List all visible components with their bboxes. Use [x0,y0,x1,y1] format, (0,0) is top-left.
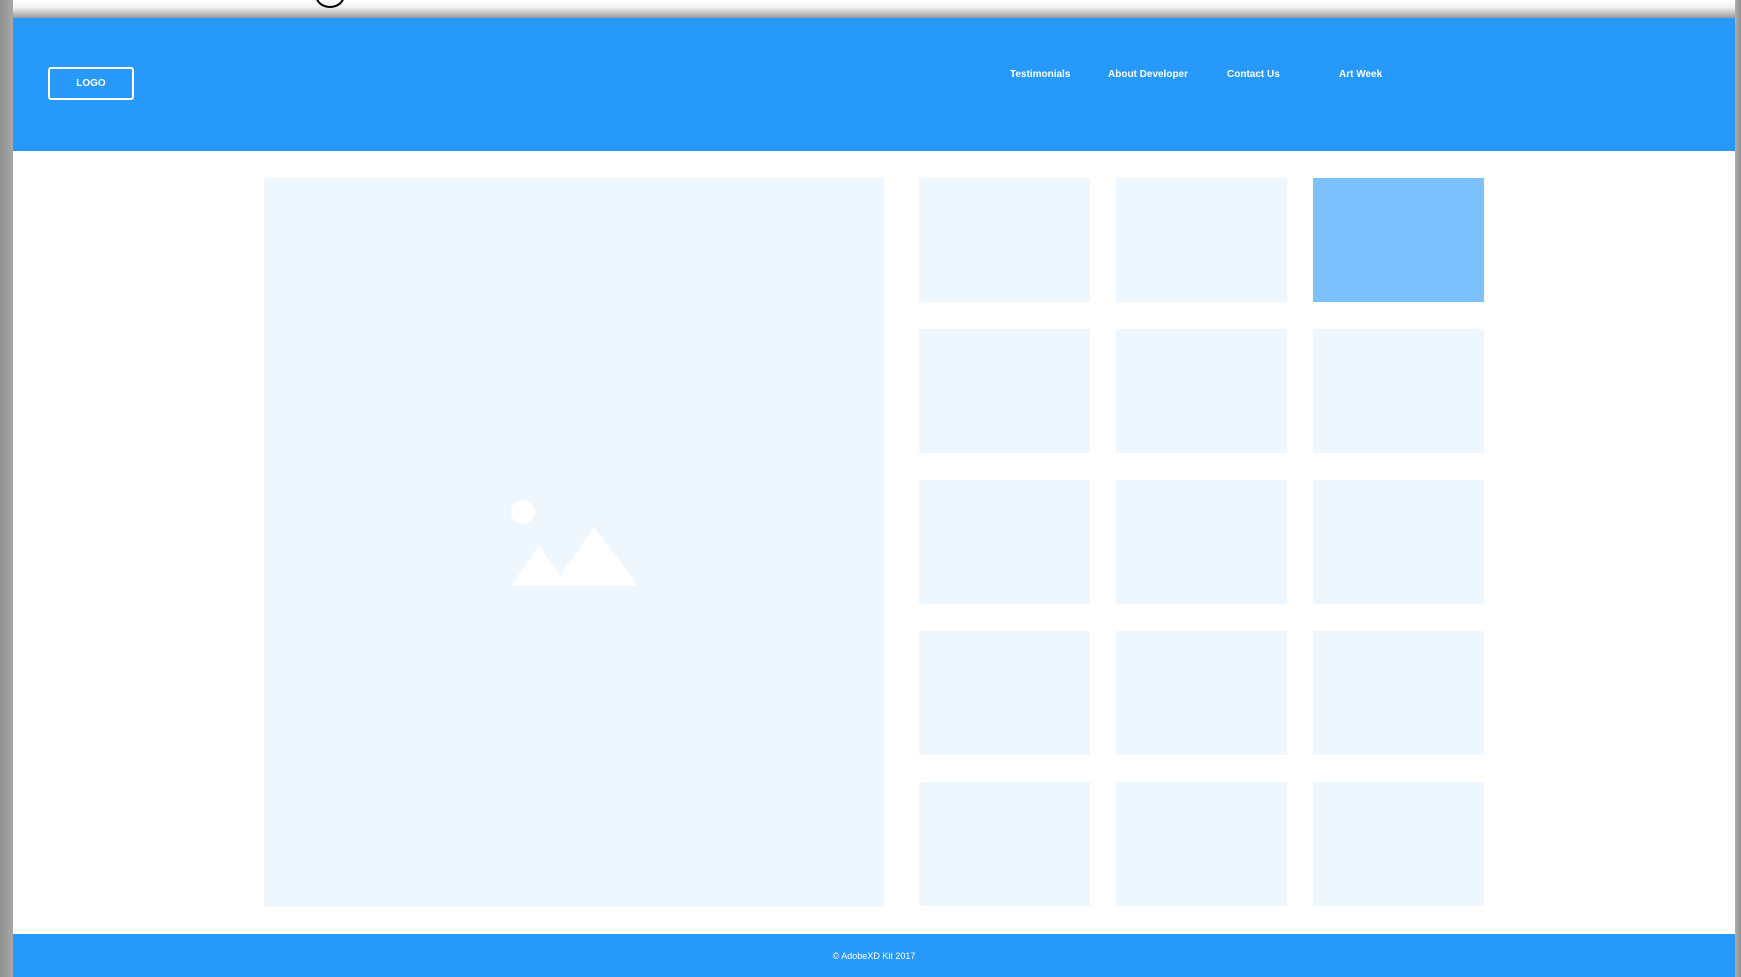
thumbnail-tile[interactable] [1116,480,1287,604]
nav-item-contact-us[interactable]: Contact Us [1227,69,1280,80]
thumbnail-tile[interactable] [919,480,1090,604]
window-top-edge [0,0,1741,18]
thumbnail-tile[interactable] [1313,480,1484,604]
thumbnail-tile[interactable] [1116,782,1287,906]
thumbnail-tile[interactable] [1313,782,1484,906]
window-left-edge [0,0,13,977]
thumbnail-tile[interactable] [919,782,1090,906]
site-footer: © AdobeXD Kit 2017 [13,934,1735,977]
image-placeholder-icon [511,500,638,586]
thumbnail-tile[interactable] [1313,178,1484,302]
nav-item-testimonials[interactable]: Testimonials [1010,69,1070,80]
thumbnail-tile[interactable] [1116,178,1287,302]
hero-image-placeholder [264,178,884,907]
window-right-edge [1735,0,1741,977]
thumbnail-tile[interactable] [919,178,1090,302]
thumbnail-tile[interactable] [1116,329,1287,453]
thumbnail-tile[interactable] [919,631,1090,755]
artboard: LOGO Testimonials About Developer Contac… [13,18,1735,977]
thumbnail-tile[interactable] [1313,329,1484,453]
logo-button[interactable]: LOGO [48,67,134,100]
nav-item-art-week[interactable]: Art Week [1339,69,1382,80]
thumbnail-tile[interactable] [1313,631,1484,755]
thumbnail-tile[interactable] [919,329,1090,453]
thumbnail-tile[interactable] [1116,631,1287,755]
nav-item-about-developer[interactable]: About Developer [1108,69,1188,80]
copyright-text: © AdobeXD Kit 2017 [832,950,916,961]
site-header: LOGO Testimonials About Developer Contac… [13,18,1735,151]
